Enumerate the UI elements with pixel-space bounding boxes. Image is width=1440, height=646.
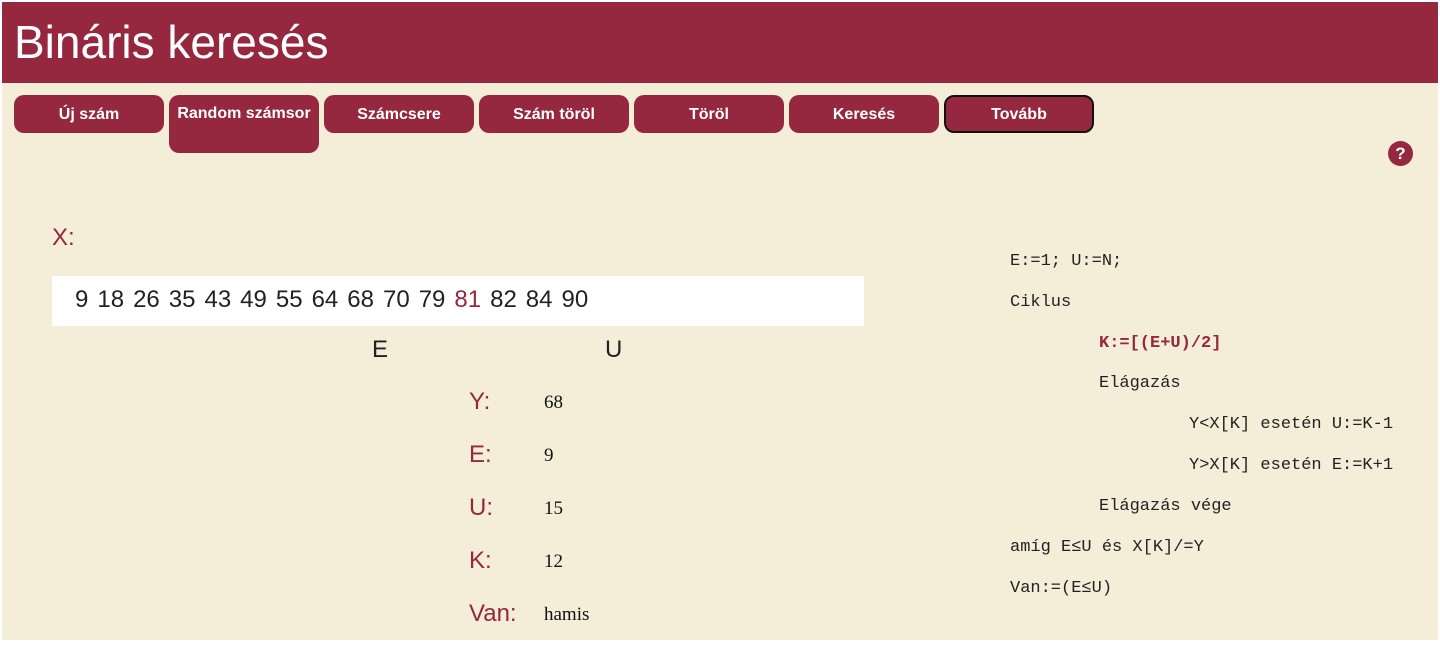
- next-button[interactable]: Tovább: [944, 95, 1094, 133]
- variable-e-value: 9: [544, 445, 554, 466]
- search-button[interactable]: Keresés: [789, 95, 939, 133]
- algo-line-loop-condition: amíg E≤U és X[K]/=Y: [1010, 538, 1204, 557]
- array-cell: 43: [204, 286, 232, 313]
- header-bar: Bináris keresés: [2, 2, 1438, 83]
- app-frame: Bináris keresés Új szám Random számsor S…: [2, 2, 1438, 640]
- random-sequence-button[interactable]: Random számsor: [169, 95, 319, 153]
- array-cell: 9: [75, 286, 89, 313]
- variable-e-label: E:: [469, 441, 492, 468]
- variable-u-label: U:: [469, 494, 493, 521]
- algo-line-branch: Elágazás: [1099, 374, 1181, 393]
- algo-line-branch-greater: Y>X[K] esetén E:=K+1: [1189, 456, 1394, 475]
- array-cell: 79: [418, 286, 446, 313]
- algo-line-init: E:=1; U:=N;: [1010, 252, 1123, 271]
- array-cell: 82: [490, 286, 517, 313]
- array-cell: 70: [382, 286, 410, 313]
- array-cell: 90: [561, 286, 589, 313]
- array-display: 9 18 26 35 43 49 55 64 68 70 79 81 82 84 90: [52, 276, 864, 326]
- page-title: Bináris keresés: [14, 16, 329, 68]
- algo-line-branch-less: Y<X[K] esetén U:=K-1: [1189, 415, 1394, 434]
- array-cell: 68: [347, 286, 374, 313]
- variable-k-label: K:: [469, 547, 492, 574]
- clear-button[interactable]: Töröl: [634, 95, 784, 133]
- algo-line-result: Van:=(E≤U): [1010, 579, 1113, 598]
- variable-u-value: 15: [544, 498, 563, 519]
- array-cell: 18: [97, 286, 125, 313]
- array-cells: 9 18 26 35 43 49 55 64 68 70 79 81 82 84 90: [75, 285, 597, 315]
- array-cell: 64: [311, 286, 339, 313]
- array-label: X:: [52, 224, 75, 251]
- array-cell: 55: [275, 286, 303, 313]
- new-number-button[interactable]: Új szám: [14, 95, 164, 133]
- variable-k-value: 12: [544, 551, 563, 572]
- variable-y-value: 68: [544, 392, 563, 413]
- help-icon[interactable]: ?: [1388, 141, 1413, 166]
- array-cell: 35: [168, 286, 196, 313]
- array-cell: 84: [525, 286, 553, 313]
- variable-van-label: Van:: [469, 600, 517, 627]
- marker-u: U: [605, 336, 623, 363]
- algo-line-branch-end: Elágazás vége: [1099, 497, 1232, 516]
- algo-line-compute-k: K:=[(E+U)/2]: [1099, 334, 1222, 353]
- array-cell: 26: [133, 286, 160, 313]
- array-cell: 81: [454, 286, 482, 313]
- variable-van-value: hamis: [544, 604, 590, 625]
- variable-y-label: Y:: [469, 388, 491, 415]
- algo-line-loop-start: Ciklus: [1010, 293, 1072, 312]
- delete-number-button[interactable]: Szám töröl: [479, 95, 629, 133]
- marker-e: E: [372, 336, 389, 363]
- swap-number-button[interactable]: Számcsere: [324, 95, 474, 133]
- array-cell: 49: [240, 286, 267, 313]
